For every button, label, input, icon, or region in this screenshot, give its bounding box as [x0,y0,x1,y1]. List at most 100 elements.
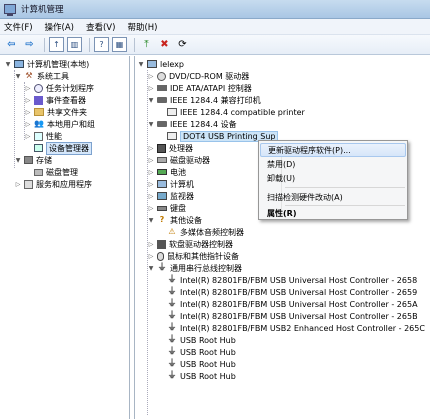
list-item[interactable]: ⏚ Intel(R) 82801FB/FBM USB Universal Hos… [157,310,417,322]
device-category-mouse[interactable]: ▷ 鼠标和其他指针设备 [147,250,239,262]
collapse-arrow-icon[interactable]: ▼ [14,157,22,164]
expand-arrow-icon[interactable]: ▷ [147,205,155,212]
show-hide-tree-icon[interactable]: ▥ [67,37,82,52]
expand-arrow-icon[interactable]: ▷ [24,133,32,140]
expand-arrow-icon[interactable]: ▷ [147,157,155,164]
view-icon[interactable]: ▦ [112,37,127,52]
expand-arrow-icon[interactable]: ▷ [147,85,155,92]
menu-action[interactable]: 操作(A) [45,21,74,33]
tools-icon: ⚒ [25,71,33,80]
uninstall-icon[interactable]: ✖ [157,37,172,52]
update-driver-icon[interactable]: ⤒ [139,37,154,52]
device-multimedia-audio[interactable]: ⚠ 多媒体音频控制器 [157,226,244,238]
help-icon[interactable]: ? [94,37,109,52]
device-category-ide[interactable]: ▷ IDE ATA/ATAPI 控制器 [147,82,252,94]
device-label: Intel(R) 82801FB/FBM USB Universal Host … [180,275,418,285]
expand-arrow-icon[interactable]: ▷ [147,145,155,152]
console-tree-pane[interactable]: ▼ 计算机管理(本地) ▼ ⚒ 系统工具 ▷ 任务计划程序 ▷ 事件查看器 ▷ … [0,56,130,419]
list-item[interactable]: ⏚ Intel(R) 82801FB/FBM USB Universal Hos… [157,274,417,286]
device-tree-pane[interactable]: ▼ lelexp ▷ DVD/CD-ROM 驱动器 ▷ IDE ATA/ATAP… [134,56,430,419]
tree-item-storage[interactable]: ▼ 存储 [14,154,52,166]
device-category-disk-drives[interactable]: ▷ 磁盘驱动器 [147,154,210,166]
device-category-ieee-printer[interactable]: ▼ IEEE 1284.4 兼容打印机 [147,94,261,106]
expand-arrow-icon[interactable]: ▷ [147,169,155,176]
usb-icon: ⏚ [167,346,177,357]
up-level-icon[interactable]: ↑ [49,37,64,52]
menu-uninstall[interactable]: 卸载(U) [260,171,406,185]
scan-hardware-icon[interactable]: ⟳ [175,37,190,52]
expand-arrow-icon[interactable]: ▷ [24,109,32,116]
tree-item-disk-management[interactable]: 磁盘管理 [34,166,78,178]
device-label: Intel(R) 82801FB/FBM USB Universal Host … [180,299,418,309]
menu-view[interactable]: 查看(V) [86,21,115,33]
monitor-icon [157,192,167,200]
tree-item-performance[interactable]: ▷ 性能 [24,130,62,142]
tree-item-services-apps[interactable]: ▷ 服务和应用程序 [14,178,92,190]
collapse-arrow-icon[interactable]: ▼ [4,61,12,68]
mouse-icon [157,251,164,261]
tree-item-device-manager[interactable]: 设备管理器 [34,141,92,155]
device-root[interactable]: ▼ lelexp [137,58,184,70]
list-item[interactable]: ⏚ USB Root Hub [157,358,235,370]
device-root-label: lelexp [160,59,184,69]
menu-file[interactable]: 文件(F) [4,21,33,33]
menu-disable[interactable]: 禁用(D) [260,157,406,171]
device-category-processor[interactable]: ▷ 处理器 [147,142,193,154]
computer-icon [147,60,157,68]
expand-arrow-icon[interactable]: ▷ [24,85,32,92]
device-category-keyboard[interactable]: ▷ 键盘 [147,202,186,214]
device-ieee-compatible-printer[interactable]: IEEE 1284.4 compatible printer [157,106,305,118]
collapse-arrow-icon[interactable]: ▼ [137,61,145,68]
collapse-arrow-icon[interactable]: ▼ [14,73,22,80]
forward-arrow-icon[interactable]: ⇨ [22,37,37,52]
collapse-arrow-icon[interactable]: ▼ [147,121,155,128]
device-label: IEEE 1284.4 compatible printer [180,107,305,117]
expand-arrow-icon[interactable]: ▷ [147,241,155,248]
list-item[interactable]: ⏚ USB Root Hub [157,346,235,358]
expand-arrow-icon[interactable]: ▷ [147,253,155,260]
list-item[interactable]: ⏚ USB Root Hub [157,334,235,346]
tree-item-task-scheduler[interactable]: ▷ 任务计划程序 [24,82,94,94]
tree-item-shared-folders[interactable]: ▷ 共享文件夹 [24,106,87,118]
usb-icon: ⏚ [167,334,177,345]
device-category-dvd[interactable]: ▷ DVD/CD-ROM 驱动器 [147,70,249,82]
menu-update-driver[interactable]: 更新驱动程序软件(P)... [260,143,406,157]
device-category-monitor[interactable]: ▷ 监视器 [147,190,194,202]
back-arrow-icon[interactable]: ⇦ [4,37,19,52]
tree-item-computer-management[interactable]: ▼ 计算机管理(本地) [4,58,90,70]
collapse-arrow-icon[interactable]: ▼ [147,217,155,224]
collapse-arrow-icon[interactable]: ▼ [147,97,155,104]
category-label: 软盘驱动器控制器 [169,239,233,249]
category-label: 磁盘驱动器 [170,155,210,165]
expand-arrow-icon[interactable]: ▷ [14,181,22,188]
expand-arrow-icon[interactable]: ▷ [24,97,32,104]
expand-arrow-icon[interactable]: ▷ [147,181,155,188]
expand-arrow-icon[interactable]: ▷ [147,193,155,200]
expand-arrow-icon[interactable]: ▷ [147,73,155,80]
device-category-ieee-devices[interactable]: ▼ IEEE 1284.4 设备 [147,118,237,130]
category-label: IEEE 1284.4 兼容打印机 [170,95,261,105]
device-category-floppy[interactable]: ▷ 软盘驱动器控制器 [147,238,233,250]
list-item[interactable]: ⏚ Intel(R) 82801FB/FBM USB2 Enhanced Hos… [157,322,424,334]
device-category-usb[interactable]: ▼ ⏚ 通用串行总线控制器 [147,262,242,274]
tree-item-local-users[interactable]: ▷ 👥 本地用户和组 [24,118,95,130]
usb-icon: ⏚ [167,370,177,381]
list-item[interactable]: ⏚ USB Root Hub [157,370,235,382]
device-manager-icon [34,144,43,152]
tree-item-event-viewer[interactable]: ▷ 事件查看器 [24,94,86,106]
menu-help[interactable]: 帮助(H) [127,21,157,33]
list-item[interactable]: ⏚ Intel(R) 82801FB/FBM USB Universal Hos… [157,286,417,298]
device-category-other[interactable]: ▼ ? 其他设备 [147,214,202,226]
menu-properties[interactable]: 属性(R) [260,206,406,220]
device-category-computer[interactable]: ▷ 计算机 [147,178,194,190]
tree-item-system-tools[interactable]: ▼ ⚒ 系统工具 [14,70,69,82]
list-item[interactable]: ⏚ Intel(R) 82801FB/FBM USB Universal Hos… [157,298,418,310]
clock-icon [34,83,43,93]
tree-item-label: 性能 [46,131,62,141]
floppy-controller-icon [157,239,166,249]
expand-arrow-icon[interactable]: ▷ [24,121,32,128]
device-category-battery[interactable]: ▷ 电池 [147,166,186,178]
collapse-arrow-icon[interactable]: ▼ [147,265,155,272]
menu-scan-hardware[interactable]: 扫描检测硬件改动(A) [260,190,406,204]
window-title: 计算机管理 [21,5,64,15]
